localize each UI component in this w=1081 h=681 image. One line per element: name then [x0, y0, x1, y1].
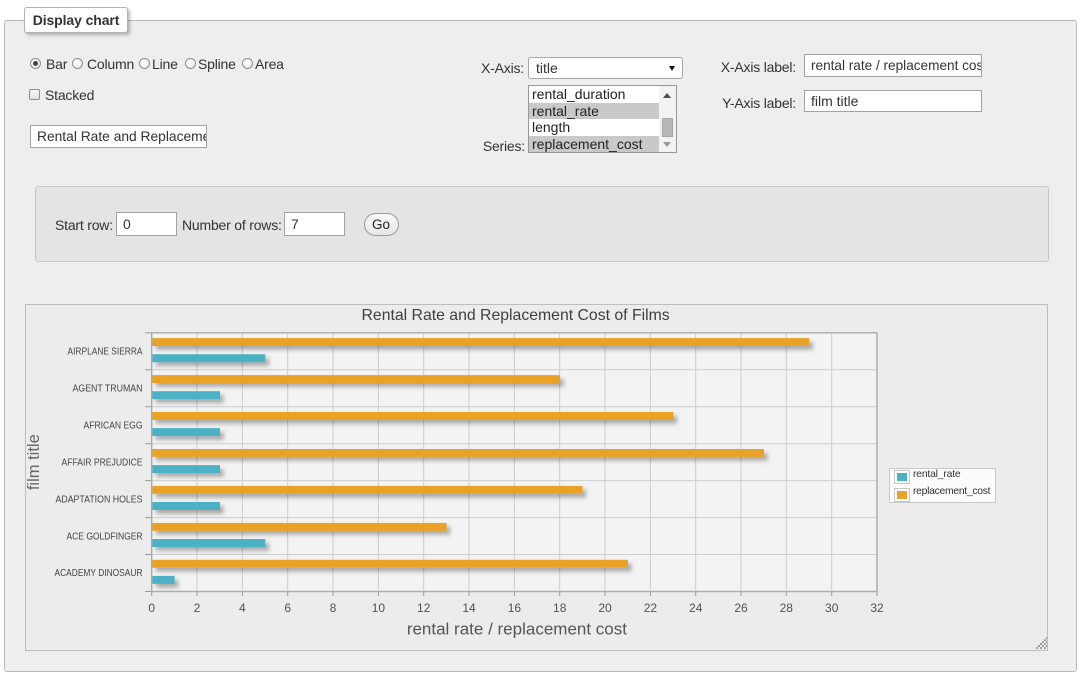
- svg-text:20: 20: [598, 601, 612, 615]
- svg-text:18: 18: [553, 601, 567, 615]
- svg-text:30: 30: [825, 601, 839, 615]
- svg-text:AFRICAN EGG: AFRICAN EGG: [84, 420, 143, 431]
- svg-text:Rental Rate and Replacement Co: Rental Rate and Replacement Cost of Film…: [362, 307, 670, 324]
- svg-text:28: 28: [780, 601, 794, 615]
- svg-text:0: 0: [148, 601, 155, 615]
- svg-text:rental rate / replacement cost: rental rate / replacement cost: [407, 620, 627, 639]
- svg-text:22: 22: [644, 601, 658, 615]
- svg-text:16: 16: [508, 601, 522, 615]
- svg-text:AFFAIR PREJUDICE: AFFAIR PREJUDICE: [62, 457, 143, 468]
- svg-text:AIRPLANE SIERRA: AIRPLANE SIERRA: [68, 347, 143, 358]
- svg-text:8: 8: [330, 601, 337, 615]
- svg-text:14: 14: [462, 601, 476, 615]
- svg-text:32: 32: [870, 601, 884, 615]
- svg-text:2: 2: [194, 601, 201, 615]
- svg-text:24: 24: [689, 601, 703, 615]
- svg-text:4: 4: [239, 601, 246, 615]
- svg-text:ACE GOLDFINGER: ACE GOLDFINGER: [67, 531, 143, 542]
- svg-text:film title: film title: [26, 434, 43, 490]
- svg-text:ADAPTATION HOLES: ADAPTATION HOLES: [56, 494, 143, 505]
- svg-text:10: 10: [372, 601, 386, 615]
- svg-text:12: 12: [417, 601, 431, 615]
- svg-text:26: 26: [734, 601, 748, 615]
- svg-text:ACADEMY DINOSAUR: ACADEMY DINOSAUR: [55, 568, 143, 579]
- svg-text:AGENT TRUMAN: AGENT TRUMAN: [73, 383, 143, 394]
- svg-text:6: 6: [284, 601, 291, 615]
